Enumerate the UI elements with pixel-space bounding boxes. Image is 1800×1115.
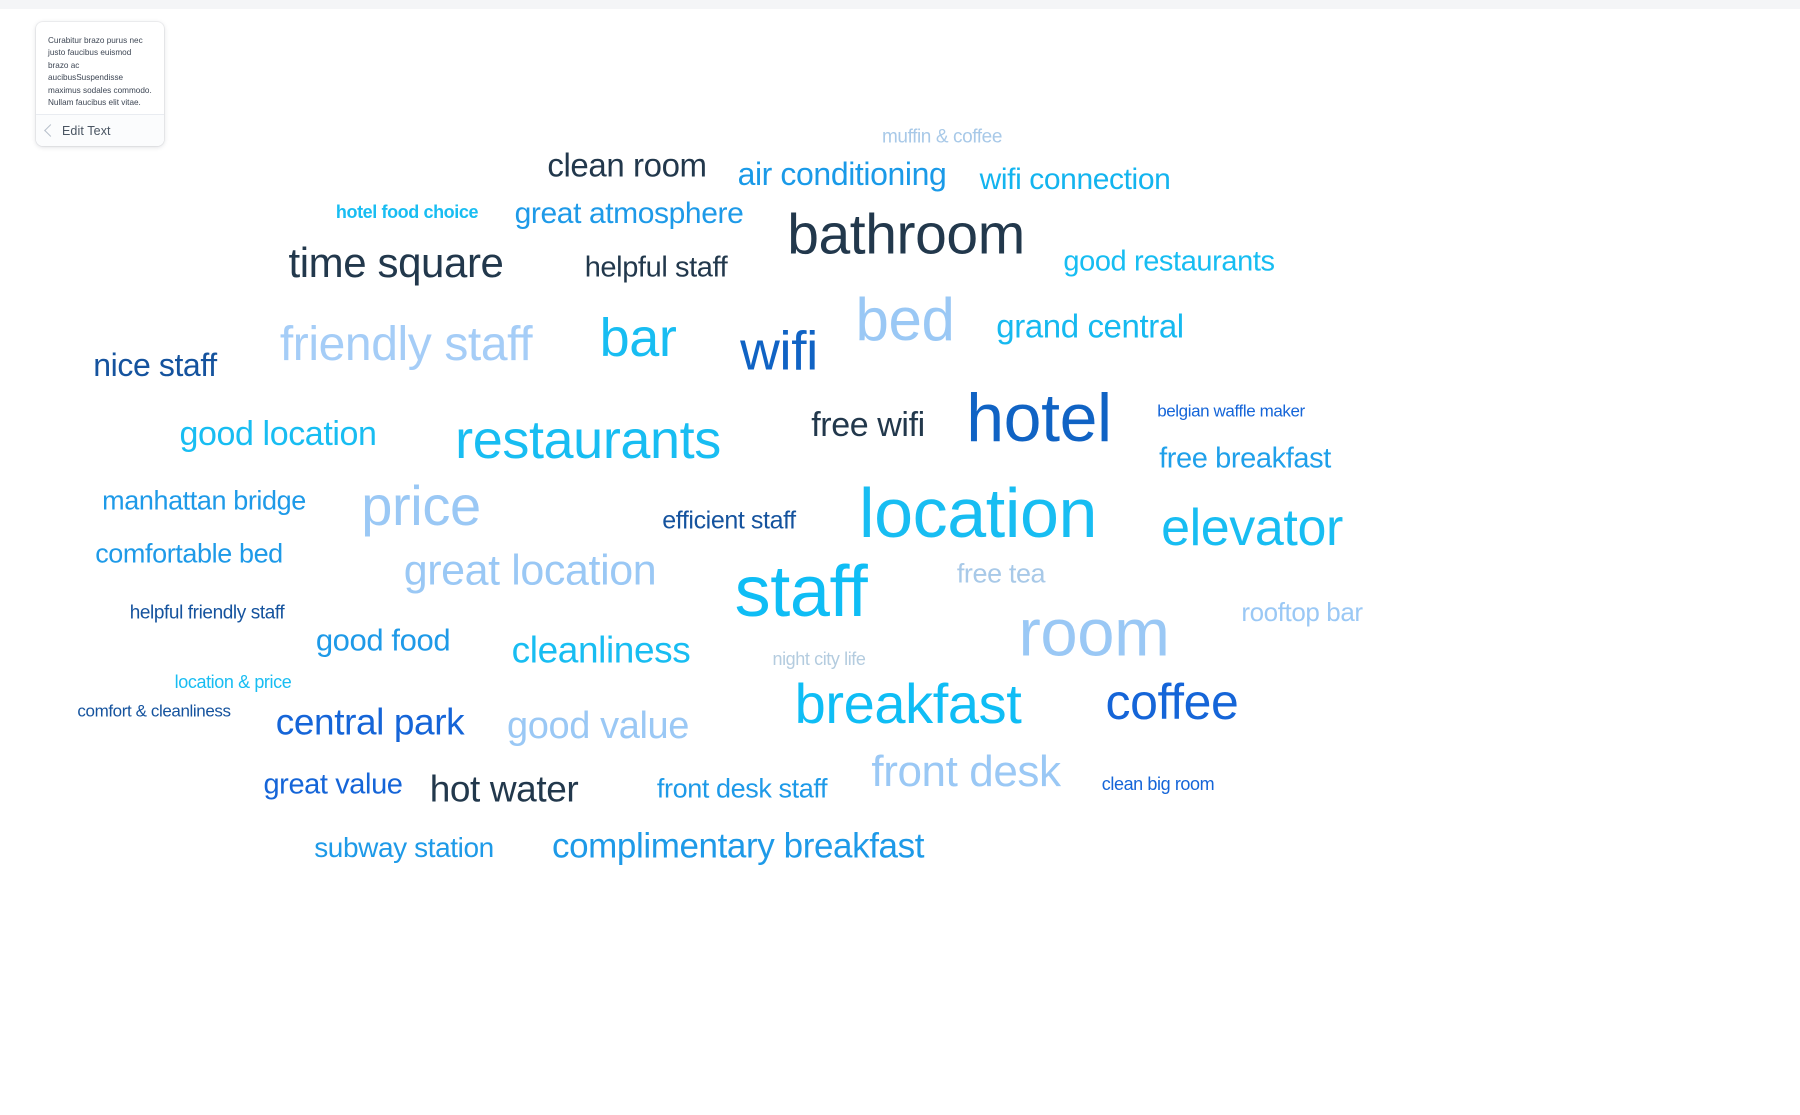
wordcloud-word[interactable]: bed	[856, 290, 955, 350]
wordcloud-word[interactable]: good restaurants	[1063, 247, 1275, 277]
wordcloud-word[interactable]: grand central	[996, 310, 1184, 343]
wordcloud-word[interactable]: great location	[404, 549, 657, 593]
wordcloud-word[interactable]: free tea	[957, 560, 1046, 588]
wordcloud-word[interactable]: hotel	[966, 384, 1112, 452]
wordcloud-word[interactable]: free wifi	[811, 408, 925, 442]
wordcloud-word[interactable]: helpful staff	[585, 253, 728, 283]
wordcloud-word[interactable]: great atmosphere	[515, 199, 744, 229]
wordcloud-word[interactable]: efficient staff	[662, 508, 796, 534]
wordcloud-word[interactable]: great value	[263, 770, 402, 800]
wordcloud-word[interactable]: comfortable bed	[95, 540, 283, 568]
wordcloud-word[interactable]: good location	[179, 417, 376, 451]
wordcloud-word[interactable]: hot water	[430, 771, 579, 808]
wordcloud-word[interactable]: comfort & cleanliness	[77, 703, 231, 720]
wordcloud-word[interactable]: free breakfast	[1159, 444, 1331, 474]
wordcloud-word[interactable]: location	[859, 478, 1097, 548]
wordcloud-word[interactable]: hotel food choice	[336, 203, 479, 221]
wordcloud-word[interactable]: good food	[316, 625, 451, 656]
wordcloud-word[interactable]: location & price	[175, 673, 292, 691]
wordcloud-word[interactable]: friendly staff	[280, 321, 533, 369]
wordcloud-word[interactable]: complimentary breakfast	[552, 829, 924, 864]
wordcloud-word[interactable]: front desk	[871, 750, 1061, 794]
wordcloud-word[interactable]: cleanliness	[512, 632, 691, 669]
wordcloud-word[interactable]: subway station	[314, 834, 494, 862]
wordcloud-word[interactable]: restaurants	[455, 413, 721, 467]
wordcloud-word[interactable]: manhattan bridge	[102, 487, 306, 515]
wordcloud-word[interactable]: air conditioning	[738, 158, 947, 190]
wordcloud-word[interactable]: good value	[507, 707, 689, 745]
wordcloud-word[interactable]: time square	[288, 242, 503, 284]
wordcloud-word[interactable]: nice staff	[93, 349, 217, 381]
wordcloud-word[interactable]: clean big room	[1102, 775, 1215, 793]
wordcloud-word[interactable]: clean room	[547, 149, 707, 182]
wordcloud-word[interactable]: front desk staff	[657, 775, 828, 803]
wordcloud-word[interactable]: belgian waffle maker	[1157, 403, 1305, 420]
wordcloud-word[interactable]: night city life	[772, 650, 865, 668]
wordcloud-word[interactable]: wifi	[740, 323, 818, 379]
wordcloud-word[interactable]: staff	[735, 556, 868, 628]
wordcloud-word[interactable]: rooftop bar	[1241, 599, 1363, 625]
wordcloud-word[interactable]: muffin & coffee	[882, 128, 1002, 147]
wordcloud-word[interactable]: price	[361, 478, 481, 534]
wordcloud-word[interactable]: central park	[276, 704, 465, 741]
wordcloud-word[interactable]: bathroom	[787, 206, 1025, 264]
wordcloud-word[interactable]: elevator	[1161, 502, 1343, 554]
wordcloud-word[interactable]: breakfast	[795, 676, 1022, 732]
wordcloud-word[interactable]: coffee	[1106, 677, 1239, 727]
wordcloud-word[interactable]: helpful friendly staff	[130, 604, 285, 623]
wordcloud-word[interactable]: bar	[600, 311, 677, 365]
wordcloud: muffin & coffee clean room air conditionin…	[0, 0, 1800, 1115]
wordcloud-canvas: Curabitur brazo purus nec justo faucibus…	[0, 0, 1800, 1115]
wordcloud-word[interactable]: room	[1018, 600, 1169, 667]
wordcloud-word[interactable]: wifi connection	[980, 165, 1171, 195]
